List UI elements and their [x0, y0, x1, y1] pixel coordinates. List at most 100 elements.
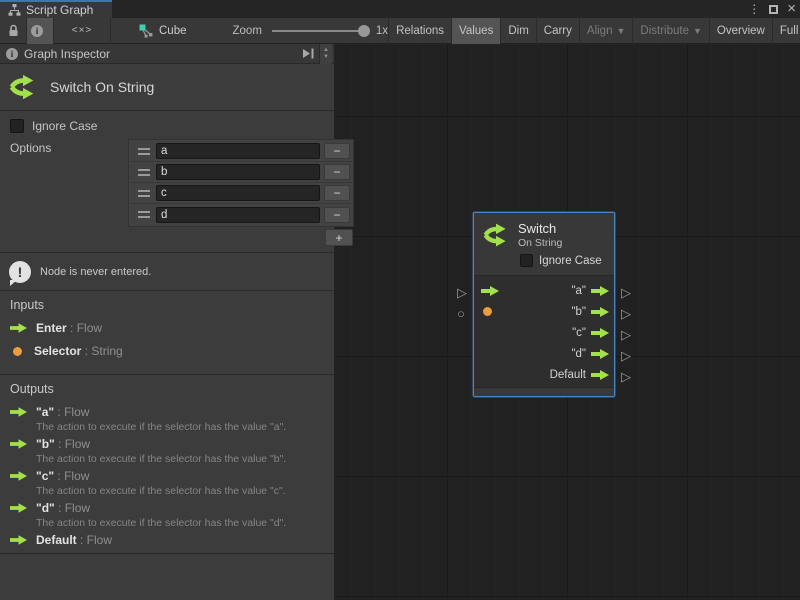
drag-handle-icon[interactable] — [138, 169, 150, 176]
node-subtitle: On String — [518, 237, 562, 249]
overview-button[interactable]: Overview — [709, 18, 772, 44]
output-description: The action to execute if the selector ha… — [36, 517, 324, 529]
inspector-toggle-button[interactable]: i — [27, 18, 53, 44]
window-controls: ⋮ × — [748, 2, 796, 16]
remove-option-button[interactable]: − — [324, 164, 350, 180]
output-name: "b" — [36, 437, 55, 451]
flow-out-arrow-icon[interactable] — [591, 286, 609, 296]
graph-target-label: Cube — [159, 25, 187, 37]
output-description: The action to execute if the selector ha… — [36, 421, 324, 433]
option-row: − — [130, 183, 352, 204]
node-ignore-case-checkbox[interactable] — [520, 254, 533, 267]
maximize-icon[interactable] — [769, 5, 778, 14]
remove-option-button[interactable]: − — [324, 185, 350, 201]
flow-arrow-icon — [10, 323, 27, 333]
enter-connector-triangle[interactable]: ▷ — [457, 286, 467, 299]
tab-script-graph[interactable]: Script Graph — [0, 0, 112, 18]
port-label-default: Default — [550, 369, 586, 381]
inspector-title: Graph Inspector — [24, 47, 302, 61]
flow-out-arrow-icon[interactable] — [591, 349, 609, 359]
toolbar-right-group: Relations Values Dim Carry Align▼ Distri… — [388, 18, 800, 44]
inputs-section: Inputs Enter : Flow Selector : String — [0, 291, 334, 375]
out-default-connector-triangle[interactable]: ▷ — [621, 370, 631, 383]
window-menu-icon[interactable]: ⋮ — [748, 2, 760, 16]
flow-out-arrow-icon[interactable] — [591, 370, 609, 380]
option-row: − — [130, 162, 352, 183]
graph-toolbar: i <×> Cube Zoom 1x Relations Va — [0, 18, 800, 44]
full-screen-button[interactable]: Full Screen — [772, 18, 800, 44]
flow-arrow-icon — [10, 535, 27, 545]
code-preview-button[interactable]: <×> — [54, 18, 110, 44]
lock-button[interactable] — [0, 18, 26, 44]
selector-port-dot[interactable] — [483, 307, 492, 316]
scroll-up-icon[interactable]: ▲ — [323, 47, 329, 53]
outputs-heading: Outputs — [10, 382, 324, 396]
warning-icon: ! — [9, 261, 31, 283]
input-name: Selector — [34, 344, 81, 358]
remove-option-button[interactable]: − — [324, 143, 350, 159]
flow-out-arrow-icon[interactable] — [591, 307, 609, 317]
outputs-section: Outputs "a" : Flow The action to execute… — [0, 375, 334, 554]
drag-handle-icon[interactable] — [138, 148, 150, 155]
selector-connector-circle[interactable]: ○ — [457, 307, 465, 320]
drag-handle-icon[interactable] — [138, 190, 150, 197]
drag-handle-icon[interactable] — [138, 211, 150, 218]
option-input-0[interactable] — [156, 143, 320, 159]
option-input-2[interactable] — [156, 185, 320, 201]
carry-button[interactable]: Carry — [536, 18, 579, 44]
values-button[interactable]: Values — [451, 18, 500, 44]
lock-icon — [8, 24, 19, 37]
zoom-slider[interactable] — [272, 30, 364, 32]
inputs-heading: Inputs — [10, 298, 324, 312]
chevron-down-icon: ▼ — [616, 26, 625, 36]
output-block-b: "b" : Flow The action to execute if the … — [10, 437, 324, 465]
close-icon[interactable]: × — [787, 2, 796, 16]
chevron-down-icon: ▼ — [693, 26, 702, 36]
flow-arrow-icon — [10, 471, 27, 481]
output-block-d: "d" : Flow The action to execute if the … — [10, 501, 324, 529]
align-dropdown[interactable]: Align▼ — [579, 18, 633, 44]
out-a-connector-triangle[interactable]: ▷ — [621, 286, 631, 299]
port-row-c: "c" — [474, 322, 614, 343]
graph-asset-icon — [139, 24, 153, 38]
flow-in-arrow-icon[interactable] — [481, 286, 499, 296]
zoom-value: 1x — [376, 25, 388, 37]
output-type: : Flow — [57, 469, 89, 483]
relations-button[interactable]: Relations — [388, 18, 451, 44]
flow-out-arrow-icon[interactable] — [591, 328, 609, 338]
ignore-case-checkbox[interactable] — [10, 119, 24, 133]
output-block-default: Default : Flow — [10, 533, 324, 547]
switch-on-string-node[interactable]: ▷ ○ ▷ ▷ ▷ ▷ ▷ Switch On String — [473, 212, 615, 397]
remove-option-button[interactable]: − — [324, 207, 350, 223]
dock-right-icon — [302, 48, 315, 59]
output-block-a: "a" : Flow The action to execute if the … — [10, 405, 324, 433]
tab-bar: Script Graph ⋮ × — [0, 0, 800, 18]
output-description: The action to execute if the selector ha… — [36, 453, 324, 465]
out-b-connector-triangle[interactable]: ▷ — [621, 307, 631, 320]
out-c-connector-triangle[interactable]: ▷ — [621, 328, 631, 341]
output-block-c: "c" : Flow The action to execute if the … — [10, 469, 324, 497]
node-title: Switch — [518, 221, 562, 236]
out-d-connector-triangle[interactable]: ▷ — [621, 349, 631, 362]
add-option-button[interactable]: + — [325, 229, 353, 246]
dock-panel-button[interactable] — [302, 48, 315, 59]
scroll-down-icon[interactable]: ▼ — [323, 54, 329, 60]
option-row: − — [130, 204, 352, 225]
output-description: The action to execute if the selector ha… — [36, 485, 324, 497]
graph-canvas[interactable]: ▷ ○ ▷ ▷ ▷ ▷ ▷ Switch On String — [335, 44, 800, 600]
node-header[interactable]: Switch On String Ignore Case — [474, 213, 614, 276]
distribute-dropdown[interactable]: Distribute▼ — [632, 18, 709, 44]
unit-title-section: Switch On String — [0, 64, 334, 111]
panel-scrollbar[interactable]: ▲ ▼ — [319, 44, 332, 64]
toolbar-left-group: i <×> — [0, 18, 111, 44]
option-input-1[interactable] — [156, 164, 320, 180]
flow-arrow-icon — [10, 439, 27, 449]
option-input-3[interactable] — [156, 207, 320, 223]
dim-button[interactable]: Dim — [500, 18, 535, 44]
graph-target[interactable]: Cube — [139, 24, 187, 38]
output-type: : Flow — [58, 501, 90, 515]
code-icon: <×> — [72, 25, 93, 36]
ignore-case-label: Ignore Case — [32, 119, 97, 133]
zoom-slider-handle[interactable] — [358, 25, 370, 37]
node-ignore-case-label: Ignore Case — [539, 255, 602, 267]
